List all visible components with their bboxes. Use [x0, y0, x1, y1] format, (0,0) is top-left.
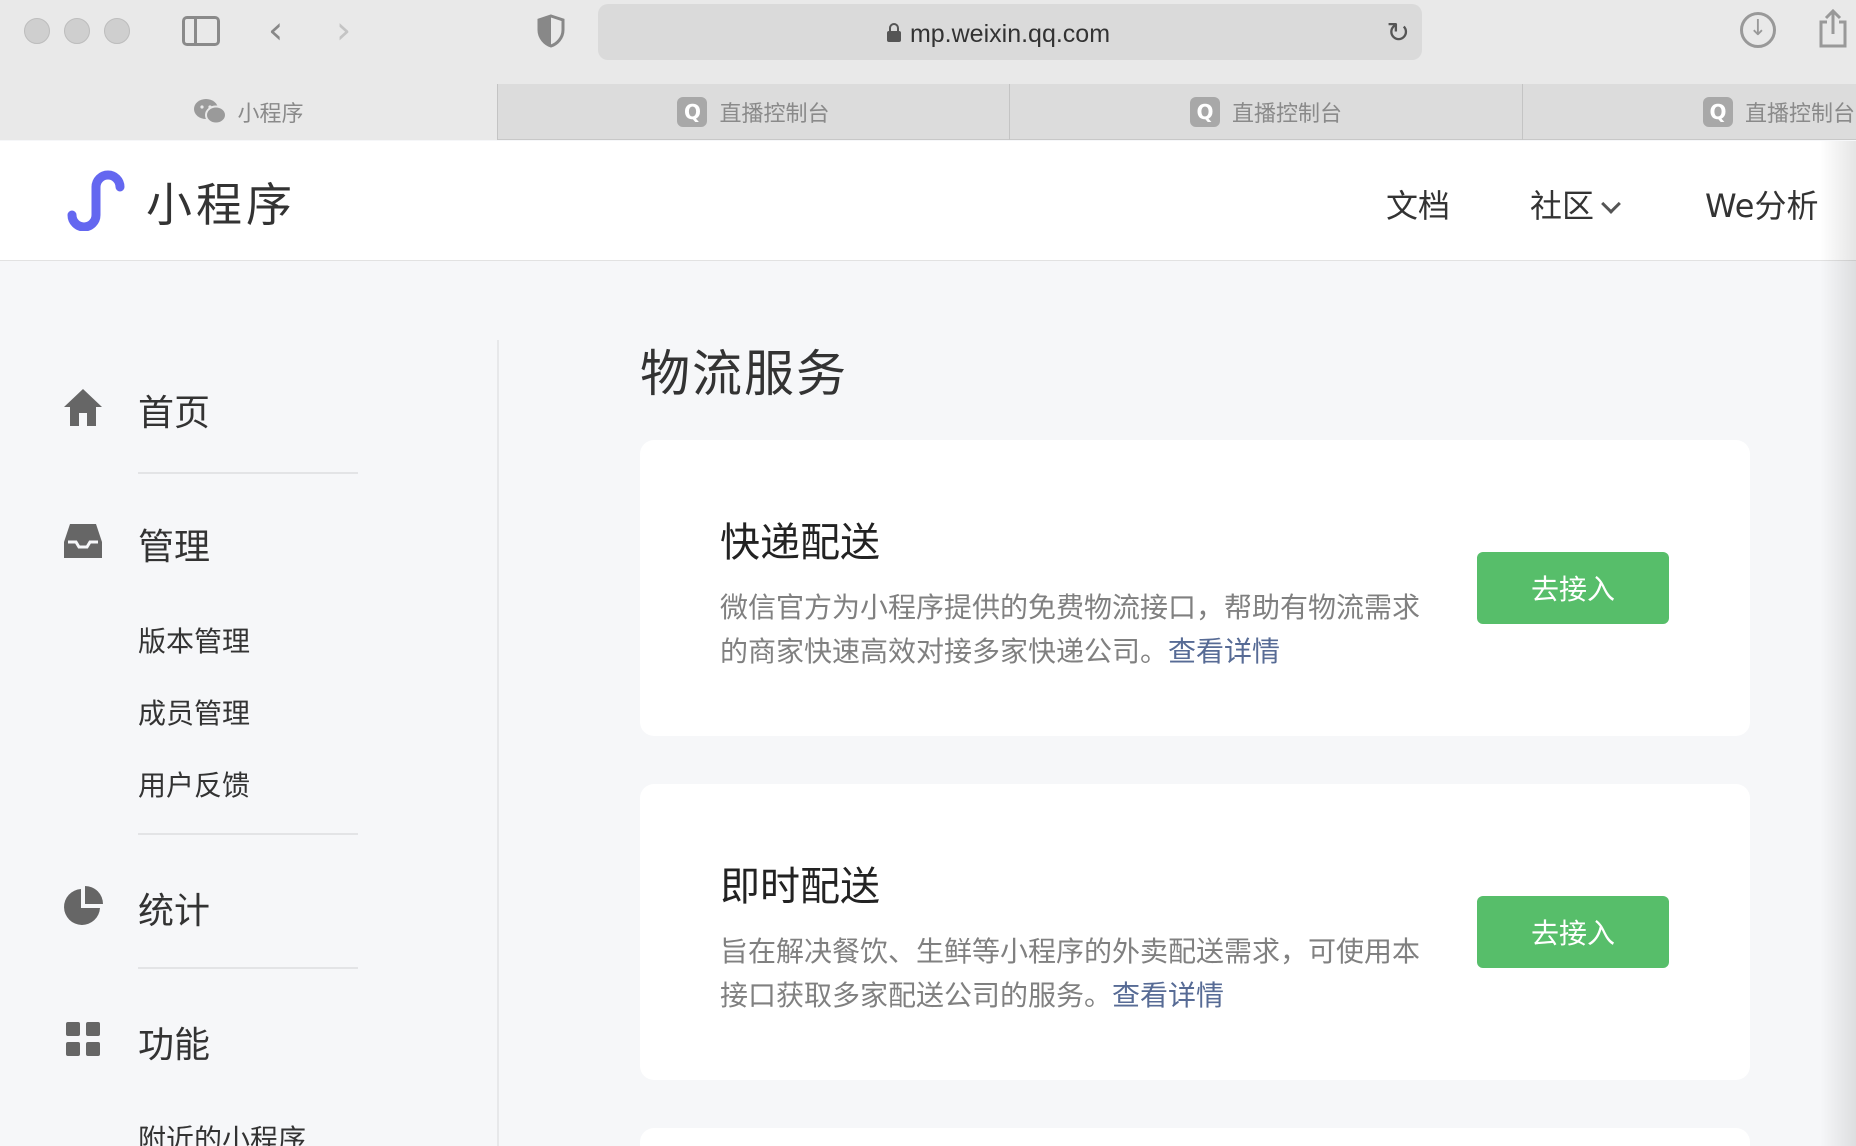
service-card-express: 快递配送 微信官方为小程序提供的免费物流接口，帮助有物流需求的商家快速高效对接多…: [640, 440, 1750, 736]
view-details-link[interactable]: 查看详情: [1168, 635, 1280, 668]
close-window-button[interactable]: [24, 18, 50, 44]
address-bar[interactable]: mp.weixin.qq.com ↻: [598, 4, 1422, 60]
card-description: 微信官方为小程序提供的免费物流接口，帮助有物流需求的商家快速高效对接多家快递公司…: [720, 586, 1420, 674]
card-title: 即时配送: [720, 864, 880, 910]
sidebar-item-home[interactable]: 首页: [138, 384, 210, 436]
privacy-shield-icon[interactable]: [536, 14, 566, 48]
tab-label: 小程序: [237, 102, 304, 127]
pie-chart-icon: [64, 886, 103, 925]
minimize-window-button[interactable]: [64, 18, 90, 44]
q-icon: Q: [1189, 97, 1220, 127]
sidebar-item-user-feedback[interactable]: 用户反馈: [138, 764, 250, 804]
url-text[interactable]: mp.weixin.qq.com: [598, 20, 1422, 49]
sidebar-toggle-icon[interactable]: [182, 16, 220, 46]
service-card-instant: 即时配送 旨在解决餐饮、生鲜等小程序的外卖配送需求，可使用本接口获取多家配送公司…: [640, 784, 1750, 1080]
inbox-icon: [64, 524, 102, 558]
forward-arrow-icon[interactable]: ›: [336, 8, 351, 52]
connect-button[interactable]: 去接入: [1477, 896, 1669, 968]
grid-icon: [66, 1022, 100, 1056]
page-title: 物流服务: [640, 345, 848, 403]
card-title: 快递配送: [720, 520, 880, 566]
sidebar-divider: [138, 967, 358, 969]
download-icon[interactable]: ↓: [1740, 12, 1776, 48]
back-arrow-icon[interactable]: ‹: [268, 8, 283, 52]
tab-label: 直播控制台: [1745, 102, 1856, 127]
sidebar-divider: [138, 833, 358, 835]
wechat-icon: [194, 99, 228, 125]
sidebar-item-features[interactable]: 功能: [138, 1016, 210, 1068]
connect-button[interactable]: 去接入: [1477, 552, 1669, 624]
card-description-text: 微信官方为小程序提供的免费物流接口，帮助有物流需求的商家快速高效对接多家快递公司…: [720, 591, 1421, 668]
card-description-text: 旨在解决餐饮、生鲜等小程序的外卖配送需求，可使用本接口获取多家配送公司的服务。: [720, 935, 1421, 1012]
sidebar-item-stats[interactable]: 统计: [138, 882, 210, 934]
share-icon[interactable]: [1816, 8, 1850, 48]
scroll-edge-shadow: [1820, 141, 1856, 1146]
tab-live-console[interactable]: Q 直播控制台: [1522, 84, 1856, 140]
nav-community-label: 社区: [1530, 187, 1595, 225]
nav-community[interactable]: 社区: [1530, 181, 1621, 227]
reload-icon[interactable]: ↻: [1387, 16, 1410, 49]
brand-title[interactable]: 小程序: [146, 169, 296, 235]
sidebar-divider: [138, 472, 358, 474]
tab-label: 直播控制台: [1231, 102, 1342, 127]
tab-bar: 小程序 Q 直播控制台 Q 直播控制台 Q 直播控制台: [0, 84, 1856, 140]
tab-label: 直播控制台: [719, 102, 830, 127]
sidebar-separator: [497, 340, 499, 1146]
nav-we-analysis[interactable]: We分析: [1705, 181, 1818, 227]
tab-miniprogram[interactable]: 小程序: [0, 84, 497, 140]
browser-toolbar: ‹ › mp.weixin.qq.com ↻ ↓: [0, 0, 1856, 84]
tab-live-console[interactable]: Q 直播控制台: [1009, 84, 1522, 140]
sidebar-item-nearby-miniprogram[interactable]: 附近的小程序: [138, 1118, 306, 1146]
q-icon: Q: [677, 97, 708, 127]
service-card-partial: [640, 1128, 1750, 1146]
sidebar-item-member-manage[interactable]: 成员管理: [138, 692, 250, 732]
site-header: 小程序 文档 社区 We分析: [0, 141, 1856, 261]
sidebar-item-version-manage[interactable]: 版本管理: [138, 620, 250, 660]
tab-live-console[interactable]: Q 直播控制台: [497, 84, 1009, 140]
q-icon: Q: [1703, 97, 1733, 127]
chevron-down-icon: [1601, 194, 1621, 214]
home-icon: [64, 389, 102, 426]
nav-docs[interactable]: 文档: [1386, 181, 1450, 227]
sidebar-item-manage[interactable]: 管理: [138, 518, 210, 570]
zoom-window-button[interactable]: [104, 18, 130, 44]
view-details-link[interactable]: 查看详情: [1112, 979, 1224, 1012]
card-description: 旨在解决餐饮、生鲜等小程序的外卖配送需求，可使用本接口获取多家配送公司的服务。查…: [720, 930, 1420, 1018]
miniprogram-logo-icon[interactable]: [64, 169, 130, 231]
